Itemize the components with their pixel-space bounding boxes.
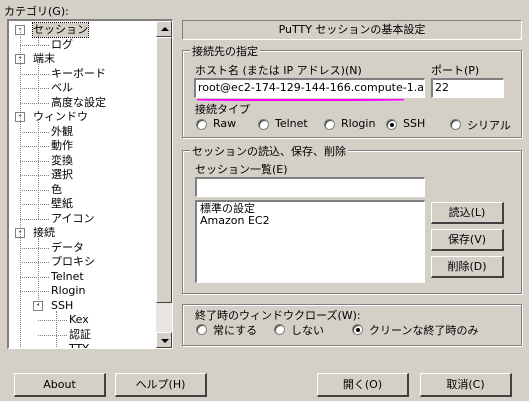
tree-item[interactable]: データ bbox=[51, 241, 84, 255]
cancel-button[interactable]: 取消(C) bbox=[420, 373, 512, 397]
tree-connector bbox=[20, 276, 49, 278]
port-label: ポート(P) bbox=[431, 64, 480, 77]
scroll-down-button[interactable] bbox=[156, 332, 172, 348]
tree-item[interactable]: 壁紙 bbox=[51, 197, 73, 211]
tree-item[interactable]: 高度な設定 bbox=[51, 96, 106, 110]
tree-connector bbox=[20, 218, 49, 220]
radio-exit-always-circle[interactable] bbox=[196, 324, 207, 335]
tree-item[interactable]: ウィンドウ bbox=[33, 110, 88, 124]
tree-item[interactable]: 動作 bbox=[51, 139, 73, 153]
tree-connector bbox=[20, 189, 49, 191]
category-label: カテゴリ(G): bbox=[4, 5, 69, 18]
radio-exit-never-label: しない bbox=[291, 324, 324, 337]
tree-item[interactable]: 端末 bbox=[33, 52, 55, 66]
radio-exit-always-label: 常にする bbox=[213, 324, 258, 337]
tree-connector bbox=[38, 35, 39, 45]
tree-item[interactable]: Telnet bbox=[51, 270, 84, 284]
host-input[interactable]: root@ec2-174-129-144-166.compute-1.amaz bbox=[194, 78, 425, 98]
tree-connector bbox=[20, 175, 49, 176]
tree-item[interactable]: 色 bbox=[51, 183, 62, 197]
tree-connector bbox=[20, 131, 49, 133]
host-label: ホスト名 (または IP アドレス)(N) bbox=[195, 64, 362, 77]
arrow-up-icon bbox=[161, 27, 169, 31]
radio-exit-clean-circle[interactable] bbox=[352, 324, 363, 335]
tree-item[interactable]: 選択 bbox=[51, 168, 73, 182]
session-group-label: セッションの読込、保存、削除 bbox=[190, 143, 348, 159]
session-list[interactable]: 標準の設定 Amazon EC2 bbox=[195, 200, 425, 283]
radio-ssh-circle[interactable] bbox=[386, 119, 397, 130]
tree-connector bbox=[20, 160, 49, 162]
tree-connector bbox=[38, 334, 67, 336]
radio-rlogin-label: Rlogin bbox=[341, 117, 376, 130]
tree-item[interactable]: キーボード bbox=[51, 67, 106, 81]
tree-connector bbox=[20, 44, 49, 46]
tree-connector bbox=[20, 88, 49, 89]
radio-rlogin-circle[interactable] bbox=[324, 119, 335, 130]
scroll-thumb[interactable] bbox=[156, 37, 172, 303]
tree-connector bbox=[20, 204, 49, 205]
radio-exit-clean-label: クリーンな終了時のみ bbox=[369, 324, 479, 337]
tree-scrollbar[interactable] bbox=[156, 21, 172, 348]
tree-items: - セッション ログ - 端末 キーボード ベル 高度な設定 - ウィンドウ 外観 動作 変換 選択色壁紙… bbox=[9, 21, 157, 348]
connection-type-label: 接続タイプ bbox=[195, 103, 250, 116]
tree-connector bbox=[56, 310, 57, 348]
radio-serial-circle[interactable] bbox=[450, 119, 461, 130]
tree-item[interactable]: Rlogin bbox=[51, 284, 85, 298]
about-button[interactable]: About bbox=[14, 373, 106, 397]
load-button[interactable]: 読込(L) bbox=[431, 202, 504, 224]
tree-connector bbox=[20, 73, 49, 75]
port-input[interactable]: 22 bbox=[431, 78, 504, 98]
save-button[interactable]: 保存(V) bbox=[431, 229, 504, 251]
open-button[interactable]: 開く(O) bbox=[317, 373, 409, 397]
exit-behavior-radios: 常にする しない クリーンな終了時のみ bbox=[196, 322, 516, 338]
tree-connector bbox=[20, 30, 21, 348]
tree-item[interactable]: ログ bbox=[51, 38, 73, 52]
tree-connector bbox=[38, 238, 39, 306]
tree-item[interactable]: TTY bbox=[69, 342, 89, 348]
radio-ssh-label: SSH bbox=[403, 117, 426, 130]
tree-connector bbox=[38, 122, 39, 219]
tree-item[interactable]: 接続 bbox=[33, 226, 55, 240]
tree-item[interactable]: アイコン bbox=[51, 212, 94, 226]
tree-item[interactable]: SSH bbox=[51, 299, 73, 313]
session-item[interactable]: Amazon EC2 bbox=[200, 215, 421, 227]
tree-connector bbox=[20, 102, 49, 104]
panel-title: PuTTY セッションの基本設定 bbox=[182, 20, 522, 40]
tree-connector bbox=[38, 64, 39, 103]
tree-item[interactable]: 認証 bbox=[69, 328, 91, 342]
help-button[interactable]: ヘルプ(H) bbox=[115, 373, 207, 397]
tree-connector bbox=[20, 262, 49, 263]
radio-serial-label: シリアル bbox=[467, 119, 511, 132]
radio-telnet-circle[interactable] bbox=[258, 119, 269, 130]
tree-item[interactable]: 変換 bbox=[51, 154, 73, 168]
tree-connector bbox=[20, 291, 49, 292]
destination-group-label: 接続先の指定 bbox=[190, 43, 260, 59]
tree-item[interactable]: ベル bbox=[51, 81, 73, 95]
tree-connector bbox=[20, 146, 49, 147]
tree-item[interactable]: セッション bbox=[32, 22, 89, 38]
category-tree[interactable]: - セッション ログ - 端末 キーボード ベル 高度な設定 - ウィンドウ 外観 動作 変換 選択色壁紙… bbox=[7, 19, 173, 349]
radio-exit-never-circle[interactable] bbox=[274, 324, 285, 335]
connection-type-radios: Raw Telnet Rlogin SSH シリアル bbox=[196, 117, 516, 133]
tree-connector bbox=[20, 247, 49, 249]
tree-connector bbox=[38, 320, 67, 321]
tree-item[interactable]: プロキシ bbox=[51, 255, 95, 269]
scroll-up-button[interactable] bbox=[156, 21, 172, 37]
radio-raw-circle[interactable] bbox=[196, 119, 207, 130]
session-name-input[interactable] bbox=[195, 177, 425, 197]
session-list-label: セッション一覧(E) bbox=[195, 163, 288, 176]
tree-item[interactable]: 外観 bbox=[51, 125, 73, 139]
radio-telnet-label: Telnet bbox=[275, 117, 308, 130]
arrow-down-icon bbox=[161, 339, 169, 343]
delete-button[interactable]: 削除(D) bbox=[431, 256, 504, 278]
exit-behavior-label: 終了時のウィンドウクローズ(W): bbox=[195, 309, 361, 322]
tree-item[interactable]: Kex bbox=[69, 313, 89, 327]
radio-raw-label: Raw bbox=[213, 117, 237, 130]
